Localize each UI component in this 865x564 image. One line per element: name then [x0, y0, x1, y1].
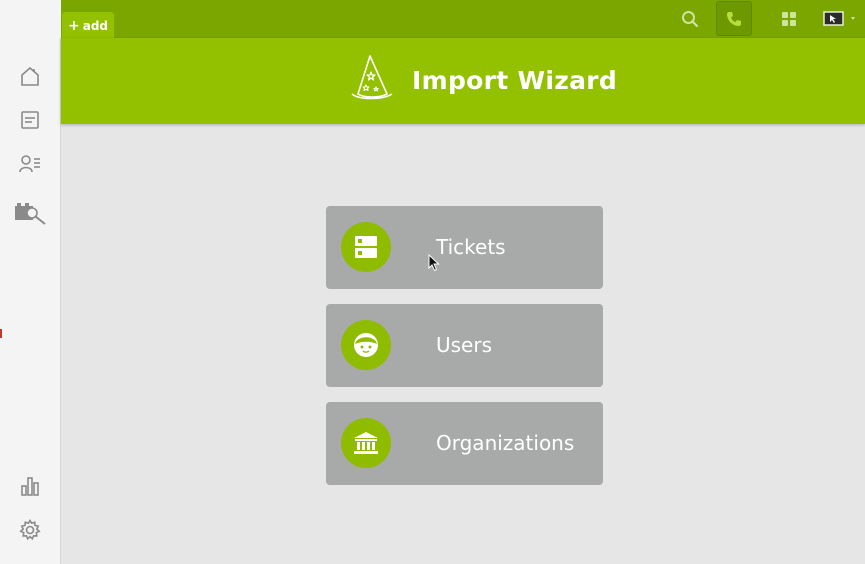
- monitor-icon[interactable]: [822, 7, 860, 31]
- home-icon[interactable]: [16, 62, 44, 90]
- option-label: Users: [436, 333, 493, 357]
- phone-icon: [727, 11, 741, 26]
- user-face-icon: [341, 320, 391, 370]
- logo-corner: [0, 0, 61, 38]
- search-icon[interactable]: [678, 7, 702, 31]
- sidebar: [0, 38, 61, 564]
- ticket-icon: [341, 222, 391, 272]
- tools-icon[interactable]: [12, 198, 48, 226]
- top-bar: + add: [0, 0, 865, 39]
- plus-icon: +: [67, 17, 80, 34]
- building-icon: [341, 418, 391, 468]
- import-users-button[interactable]: Users: [326, 304, 603, 387]
- add-label: add: [82, 18, 108, 33]
- settings-icon[interactable]: [16, 516, 44, 544]
- overview-icon[interactable]: [16, 106, 44, 134]
- option-label: Organizations: [436, 431, 575, 455]
- page-header: Import Wizard: [61, 38, 865, 124]
- customers-icon[interactable]: [16, 150, 44, 178]
- page-title: Import Wizard: [412, 66, 618, 95]
- import-organizations-button[interactable]: Organizations: [326, 402, 603, 485]
- wizard-hat-icon: [349, 54, 395, 104]
- import-tickets-button[interactable]: Tickets: [326, 206, 603, 289]
- reports-icon[interactable]: [16, 472, 44, 500]
- add-button[interactable]: + add: [62, 12, 114, 39]
- apps-grid-icon[interactable]: [777, 7, 801, 31]
- option-label: Tickets: [436, 235, 506, 259]
- mouse-cursor-icon: [428, 253, 440, 276]
- notification-mark: [0, 329, 2, 338]
- phone-button[interactable]: [716, 1, 752, 36]
